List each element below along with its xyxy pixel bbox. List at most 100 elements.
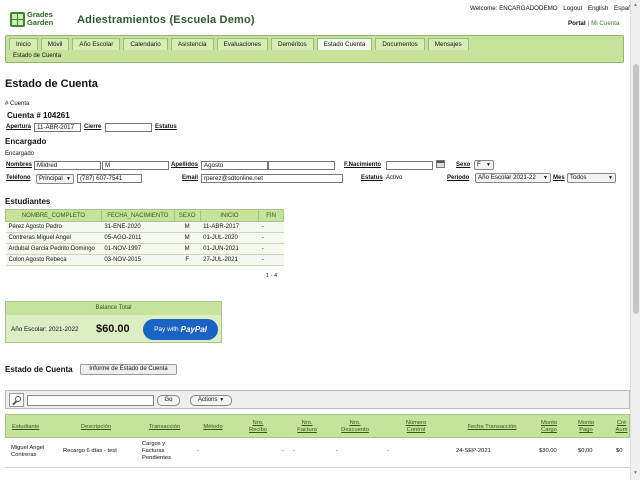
periodo-select[interactable]: Año Escolar 2021-22 ▼ <box>475 173 551 183</box>
students-title: Estudiantes <box>5 197 51 206</box>
scroll-thumb[interactable] <box>633 64 639 314</box>
apellidos-label: Apellidos <box>171 162 199 168</box>
cierre-field[interactable] <box>105 123 152 132</box>
calendar-icon[interactable] <box>436 160 445 168</box>
students-header-row: NOMBRE_COMPLETO FECHA_NACIMIENTO SEXO IN… <box>5 209 284 222</box>
table-cell: - <box>258 243 284 255</box>
table-cell: - <box>258 221 284 233</box>
col-sexo[interactable]: SEXO <box>173 209 201 222</box>
scroll-up-icon[interactable]: ▲ <box>633 2 638 8</box>
english-link[interactable]: English <box>588 5 608 12</box>
nacimiento-label: F.Nacimiento <box>344 162 382 168</box>
col-inicio[interactable]: INICIO <box>199 209 260 222</box>
search-icon[interactable] <box>9 393 24 407</box>
search-input[interactable] <box>27 395 154 406</box>
cell-metodo: - <box>197 448 199 454</box>
cell-fecha: 24-SEP-2021 <box>456 448 491 454</box>
table-row[interactable]: Pérez Agosto Pedro 31-ENE-2020 M 11-ABR-… <box>5 221 284 233</box>
paypal-brand: PayPal <box>180 325 207 334</box>
col-factura[interactable]: Nro. Factura <box>293 420 321 434</box>
balance-year: Año Escolar: 2021-2022 <box>11 326 79 333</box>
col-metodo[interactable]: Método <box>196 424 230 431</box>
telefono-tipo-select[interactable]: Principal ▼ <box>36 174 74 184</box>
sub-tab-estado-de-cuenta[interactable]: Estado de Cuenta <box>13 53 61 59</box>
mi-cuenta-link[interactable]: Mi Cuenta <box>591 20 619 27</box>
col-fecha[interactable]: Fecha Transacción <box>457 424 527 431</box>
portal-links: Portal | Mi Cuenta <box>568 20 619 27</box>
table-row[interactable]: Contreras Miguel Angel 05-AGO-2011 M 01-… <box>5 232 284 244</box>
page-title: Estado de Cuenta <box>5 78 98 90</box>
tab-asistencia[interactable]: Asistencia <box>170 38 214 50</box>
tab-movil[interactable]: Móvil <box>40 38 70 50</box>
email-field[interactable]: rperez@sdtonline.net <box>201 174 343 183</box>
main-nav: Inicio Móvil Año Escolar Calendario Asis… <box>5 35 624 63</box>
balance-amount: $60.00 <box>96 323 130 335</box>
report-button[interactable]: Informe de Estado de Cuenta <box>80 364 177 375</box>
col-nombre[interactable]: NOMBRE_COMPLETO <box>5 209 102 222</box>
estatus-top-label: Estatus <box>155 124 177 130</box>
apellido1-field[interactable]: Agosto <box>201 161 268 170</box>
col-credito[interactable]: Cré Aum <box>613 420 630 434</box>
tab-demeritos[interactable]: Deméritos <box>271 38 314 50</box>
apertura-field[interactable]: 11-ABR-2017 <box>34 123 81 132</box>
transactions-header: Estudiante Descripción Transacción Métod… <box>5 414 630 438</box>
nombres-field[interactable]: Mildred <box>34 161 101 170</box>
balance-panel: Balance Total Año Escolar: 2021-2022 $60… <box>5 301 222 343</box>
col-descripcion[interactable]: Descripción <box>76 424 116 431</box>
mes-label: Mes <box>553 175 565 181</box>
table-cell: 11-ABR-2017 <box>200 221 259 233</box>
table-cell: Contreras Miguel Angel <box>5 232 102 244</box>
tab-estado-cuenta[interactable]: Estado Cuenta <box>316 38 373 50</box>
tab-mensajes[interactable]: Mensajes <box>427 38 469 50</box>
cell-cargo: $30,00 <box>539 448 557 454</box>
col-fin[interactable]: FIN <box>258 209 284 222</box>
tab-ano-escolar[interactable]: Año Escolar <box>72 38 121 50</box>
tab-documentos[interactable]: Documentos <box>375 38 425 50</box>
logo[interactable]: Grades Garden <box>10 10 62 28</box>
top-links: Welcome: ENCARGADODEMO Logout English Es… <box>470 5 640 12</box>
table-cell: 31-ENE-2020 <box>101 221 175 233</box>
table-cell: 27-JUL-2021 <box>200 254 259 266</box>
hash-cuenta-label: # Cuenta <box>5 101 30 107</box>
chevron-down-icon: ▼ <box>486 162 491 168</box>
cell-descuento: - <box>336 448 338 454</box>
portal-link[interactable]: Portal <box>568 20 586 27</box>
tab-evaluaciones[interactable]: Evaluaciones <box>216 38 268 50</box>
col-control[interactable]: Número Control <box>400 420 432 434</box>
report-toolbar: Go Actions ▼ <box>5 390 630 409</box>
chevron-down-icon: ▼ <box>608 175 613 181</box>
table-row[interactable]: Miguel Angel Contreras Recargo 6 días - … <box>5 438 630 468</box>
nacimiento-field[interactable] <box>386 161 433 170</box>
cell-control: - <box>387 448 389 454</box>
apellido2-field[interactable] <box>268 161 335 170</box>
actions-button[interactable]: Actions ▼ <box>190 395 232 406</box>
tab-inicio[interactable]: Inicio <box>9 38 38 50</box>
tab-calendario[interactable]: Calendario <box>123 38 168 50</box>
balance-header: Balance Total <box>6 302 221 315</box>
vertical-scrollbar[interactable]: ▲ ▼ <box>630 0 640 480</box>
sexo-select[interactable]: F ▼ <box>474 160 494 170</box>
telefono-field[interactable]: (787) 607-7541 <box>77 174 142 183</box>
col-recibo[interactable]: Nro. Recibo <box>244 420 272 434</box>
table-cell: 05-AGO-2011 <box>101 232 175 244</box>
table-row[interactable]: Colon Agosto Rebeca 03-NOV-2015 F 27-JUL… <box>5 254 284 266</box>
table-row[interactable]: Ardubal Garcia Pedrito Domingo 01-NOV-19… <box>5 243 284 255</box>
app-title: Adiestramientos (Escuela Demo) <box>77 14 255 26</box>
col-nacimiento[interactable]: FECHA_NACIMIENTO <box>100 209 175 222</box>
paypal-button[interactable]: Pay with PayPal <box>143 319 218 340</box>
mes-select[interactable]: Todos ▼ <box>567 173 616 183</box>
apertura-label: Apertura <box>6 124 32 130</box>
cell-pago: $0,00 <box>578 448 593 454</box>
col-descuento[interactable]: Nro. Descuento <box>335 420 375 434</box>
col-cargo[interactable]: Monto Cargo <box>534 420 564 434</box>
inicial-field[interactable]: M <box>102 161 169 170</box>
portal-separator: | <box>587 20 590 27</box>
col-transaccion[interactable]: Transacción <box>142 424 187 431</box>
chevron-down-icon: ▼ <box>543 175 548 181</box>
col-pago[interactable]: Monto Pago <box>573 420 599 434</box>
logout-link[interactable]: Logout <box>563 5 582 12</box>
go-button[interactable]: Go <box>157 395 180 406</box>
chevron-down-icon: ▼ <box>66 176 71 182</box>
col-estudiante[interactable]: Estudiante <box>12 424 52 431</box>
scroll-down-icon[interactable]: ▼ <box>633 470 638 476</box>
